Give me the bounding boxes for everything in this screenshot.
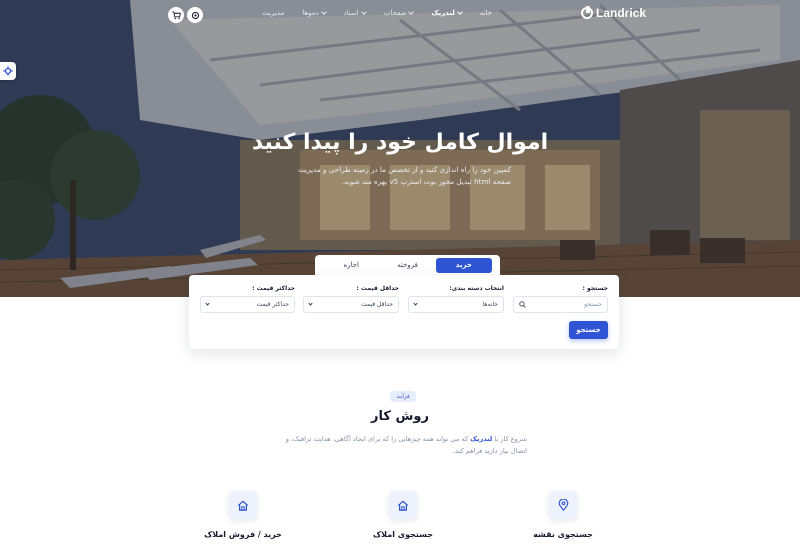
cart-icon — [171, 10, 181, 19]
brand-name: Landrick — [596, 6, 647, 20]
category-field: انتخاب دسته بندی: خانه‌ها — [408, 285, 504, 313]
map-pin-icon — [558, 499, 568, 511]
tab-rent[interactable]: اجاره — [323, 258, 379, 273]
nav-item-home[interactable]: خانه — [480, 9, 492, 17]
brand-logo[interactable]: Landrick — [581, 6, 646, 20]
search-field: جستجو : جستجو — [513, 285, 608, 313]
nav-item-label: مدیریت — [262, 9, 285, 17]
logo-icon — [581, 6, 593, 19]
category-select[interactable]: خانه‌ها — [408, 296, 504, 313]
min-price-field: حداقل قیمت : حداقل قیمت — [303, 285, 399, 313]
chevron-down-icon — [360, 9, 367, 15]
feature-map-search: جستجوی نقشه — [503, 491, 623, 539]
nav-item-demos[interactable]: دموها — [302, 9, 327, 17]
tab-sold[interactable]: فروخته — [379, 258, 435, 273]
max-price-select-value: حداکثر قیمت — [256, 301, 289, 308]
feature-icon-box — [549, 491, 577, 519]
gear-icon — [3, 66, 13, 76]
feature-label: جستجوی املاک — [372, 530, 434, 539]
category-field-label: انتخاب دسته بندی: — [449, 285, 504, 292]
desc-before: شروع کار با — [494, 435, 527, 443]
feature-label: خرید / فروش املاک — [204, 530, 282, 539]
theme-settings-toggle[interactable] — [0, 62, 16, 80]
home-icon — [397, 499, 409, 511]
search-submit-button[interactable]: جستجو — [569, 321, 608, 339]
nav-item-admin[interactable]: مدیریت — [262, 9, 284, 17]
chevron-down-icon — [413, 301, 418, 306]
min-price-select-value: حداقل قیمت — [361, 301, 393, 308]
max-price-field: حداکثر قیمت : حداکثر قیمت — [200, 285, 295, 313]
settings-button[interactable] — [187, 7, 203, 23]
min-price-label: حداقل قیمت : — [356, 285, 399, 292]
chevron-down-icon — [456, 9, 463, 15]
feature-buy-sell: خرید / فروش املاک — [183, 491, 303, 539]
feature-icon-box — [389, 491, 417, 519]
max-price-select[interactable]: حداکثر قیمت — [200, 296, 295, 313]
section-description: شروع کار با لندریک که می تواند همه چیزها… — [276, 433, 527, 457]
settings-icon — [191, 11, 199, 19]
section-badge: فرآیند — [390, 391, 416, 402]
section-title: روش کار — [371, 409, 429, 424]
nav-item-label: لندریک — [431, 9, 455, 17]
home-icon — [237, 499, 249, 511]
feature-icon-box — [229, 491, 257, 519]
desc-brand-link[interactable]: لندریک — [470, 435, 492, 443]
hero-subtitle: کمپین خود را راه اندازی کنید و از تخصص م… — [298, 165, 511, 186]
nav-item-label: خانه — [479, 9, 492, 17]
nav-item-label: صفحات — [383, 9, 407, 17]
chevron-down-icon — [408, 9, 415, 15]
feature-property-search: جستجوی املاک — [343, 491, 463, 539]
chevron-down-icon — [205, 301, 210, 306]
feature-label: جستجوی نقشه — [533, 530, 593, 539]
category-select-value: خانه‌ها — [482, 301, 498, 308]
nav-item-label: اسناد — [343, 9, 359, 17]
search-icon — [519, 301, 526, 308]
top-navbar: Landrick خانه لندریک صفحات اسناد دموها م… — [0, 0, 800, 30]
hero-title: اموال کامل خود را پیدا کنید — [251, 130, 549, 155]
min-price-select[interactable]: حداقل قیمت — [303, 296, 399, 313]
nav-item-docs[interactable]: اسناد — [343, 9, 367, 17]
chevron-down-icon — [308, 301, 313, 306]
search-card: جستجو : جستجو انتخاب دسته بندی: خانه‌ها … — [189, 275, 619, 349]
nav-item-pages[interactable]: صفحات — [383, 9, 415, 17]
search-input-placeholder: جستجو — [584, 301, 602, 308]
cart-button[interactable] — [168, 7, 184, 23]
nav-item-landrick[interactable]: لندریک — [431, 9, 463, 17]
chevron-down-icon — [320, 9, 327, 15]
max-price-label: حداکثر قیمت : — [252, 285, 295, 292]
search-input[interactable]: جستجو — [513, 296, 608, 313]
nav-menu: خانه لندریک صفحات اسناد دموها مدیریت — [262, 9, 492, 17]
tab-buy[interactable]: خرید — [435, 257, 492, 273]
nav-item-label: دموها — [302, 9, 319, 17]
search-tabs: خرید فروخته اجاره — [315, 255, 500, 275]
search-field-label: جستجو : — [582, 285, 608, 292]
